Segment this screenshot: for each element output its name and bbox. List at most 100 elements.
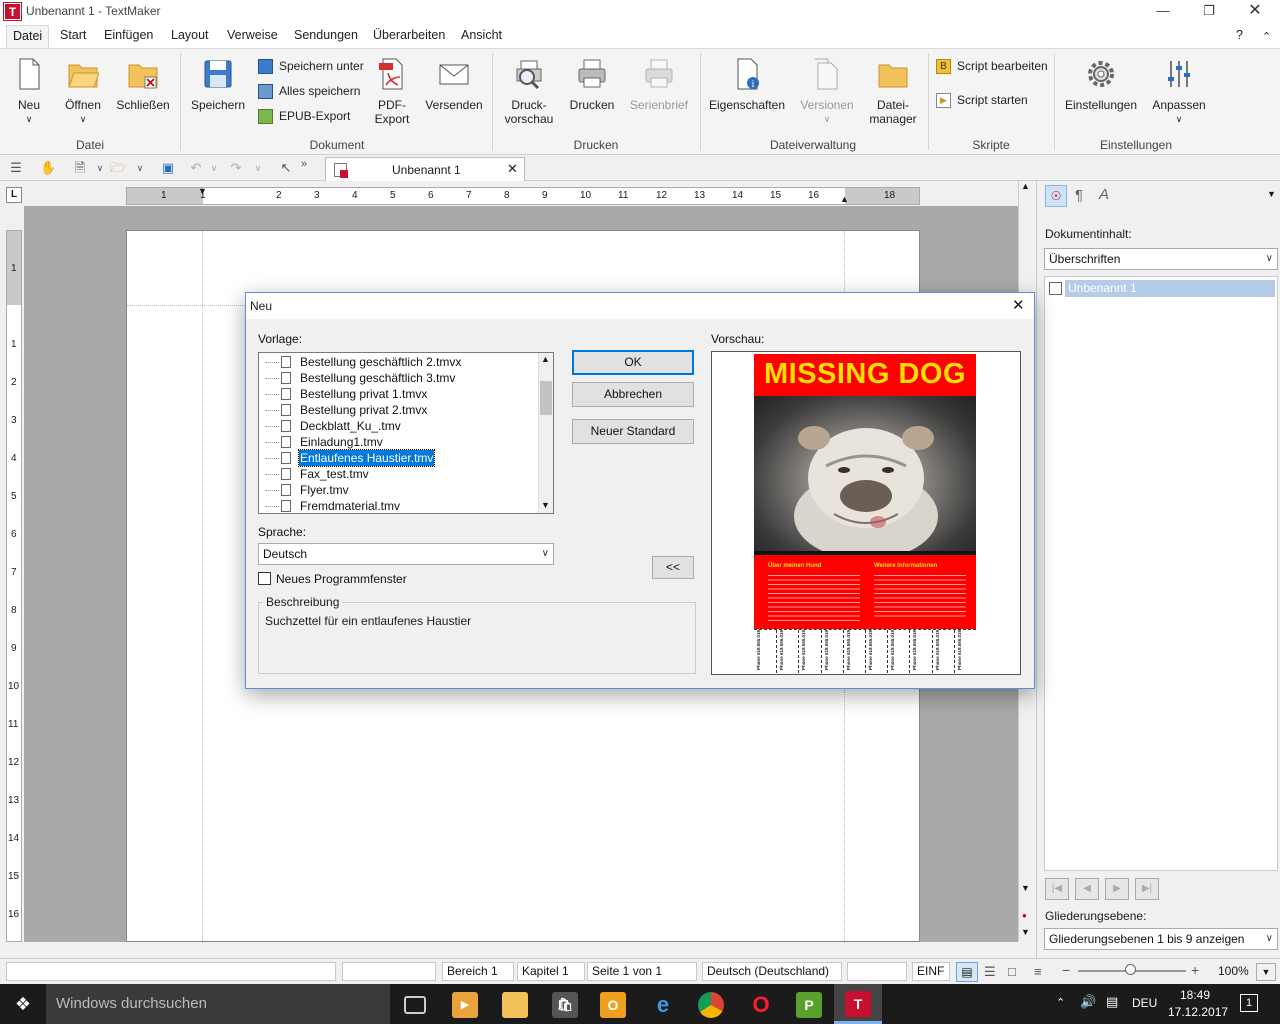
notification-icon[interactable]: 1 [1240, 994, 1258, 1012]
more-icon[interactable]: » [296, 156, 312, 172]
menu-ueberarbeiten[interactable]: Überarbeiten [373, 28, 445, 42]
template-list-scrollbar[interactable]: ▲ ▼ [538, 353, 553, 513]
volume-icon[interactable]: 🔊 [1080, 994, 1096, 1010]
tree-item-document[interactable]: Unbenannt 1 [1065, 280, 1275, 297]
zoom-slider-thumb[interactable] [1125, 964, 1136, 975]
menu-sendungen[interactable]: Sendungen [294, 28, 358, 42]
navigator-icon[interactable]: ☉ [1045, 185, 1067, 207]
template-list[interactable]: Bestellung geschäftlich 2.tmvx Bestellung… [258, 352, 554, 514]
mail-merge-button[interactable]: Serienbrief [626, 57, 692, 112]
hamburger-menu-icon[interactable]: ☰ [8, 160, 24, 176]
collapse-preview-button[interactable]: << [652, 556, 694, 579]
master-page-icon[interactable]: ≡ [1034, 964, 1042, 979]
page-view-icon[interactable]: □ [1008, 964, 1016, 979]
new-window-label[interactable]: Neues Programmfenster [276, 572, 407, 586]
paragraph-icon[interactable]: ¶ [1075, 187, 1083, 204]
new-default-button[interactable]: Neuer Standard [572, 419, 694, 444]
next-heading-icon[interactable]: ▶ [1105, 878, 1129, 900]
template-item[interactable]: Bestellung geschäftlich 3.tmv [259, 370, 537, 386]
windows-start-icon[interactable]: ❖ [0, 984, 46, 1024]
template-item[interactable]: Bestellung geschäftlich 2.tmvx [259, 354, 537, 370]
status-language[interactable]: Deutsch (Deutschland) [702, 962, 842, 981]
menu-verweise[interactable]: Verweise [227, 28, 278, 42]
chevron-down-icon[interactable]: ∨ [132, 160, 148, 176]
chrome-icon[interactable] [698, 992, 724, 1018]
versions-button[interactable]: Versionen ∨ [796, 57, 858, 126]
zoom-in-icon[interactable]: + [1191, 962, 1199, 978]
print-button[interactable]: Drucken [566, 57, 618, 112]
task-view-icon[interactable] [404, 996, 426, 1014]
document-outline-tree[interactable]: Unbenannt 1 [1044, 276, 1278, 871]
minimize-button[interactable]: — [1140, 0, 1186, 24]
status-insert-mode[interactable]: EINF [912, 962, 950, 981]
menu-datei[interactable]: Datei [6, 25, 50, 48]
template-item[interactable]: Bestellung privat 1.tmvx [259, 386, 537, 402]
new-window-checkbox[interactable] [258, 572, 271, 585]
save-all-button[interactable]: Alles speichern [258, 82, 360, 100]
undo-icon[interactable]: ↶ [188, 160, 204, 176]
status-chapter[interactable]: Kapitel 1 [517, 962, 585, 981]
status-section[interactable]: Bereich 1 [442, 962, 514, 981]
zoom-menu-icon[interactable]: ▼ [1256, 963, 1276, 981]
media-player-icon[interactable]: ▶ [452, 992, 478, 1018]
new-button[interactable]: Neu ∨ [8, 57, 50, 126]
open-button[interactable]: Öffnen ∨ [60, 57, 106, 126]
scroll-down-icon[interactable]: ▼ [1021, 883, 1030, 893]
template-item[interactable]: Deckblatt_Ku_.tmv [259, 418, 537, 434]
help-button[interactable]: ? [1236, 28, 1243, 42]
file-explorer-icon[interactable] [502, 992, 528, 1018]
store-icon[interactable]: 🛍 [552, 992, 578, 1018]
ok-button[interactable]: OK [572, 350, 694, 375]
vertical-ruler[interactable]: 1 1 2 3 4 5 6 7 8 9 10 11 12 13 14 15 16 [6, 230, 22, 942]
scroll-up-icon[interactable]: ▲ [1021, 181, 1030, 191]
properties-button[interactable]: i Eigenschaften [708, 57, 786, 112]
zoom-level[interactable]: 100% [1218, 964, 1249, 978]
panel-menu-icon[interactable]: ▼ [1267, 189, 1276, 199]
chevron-down-icon[interactable]: ∨ [92, 160, 108, 176]
open-small-icon[interactable]: 🗁 [110, 160, 126, 176]
template-item[interactable]: Flyer.tmv [259, 482, 537, 498]
menu-start[interactable]: Start [60, 28, 86, 42]
clock-time[interactable]: 18:49 [1180, 988, 1210, 1002]
document-content-combo[interactable]: Überschriften ∨ [1044, 248, 1278, 270]
hand-tool-icon[interactable]: ✋ [40, 160, 56, 176]
outlook-icon[interactable]: O [600, 992, 626, 1018]
template-item[interactable]: Bestellung privat 2.tmvx [259, 402, 537, 418]
chevron-down-icon[interactable]: ∨ [250, 160, 266, 176]
menu-einfuegen[interactable]: Einfügen [104, 28, 153, 42]
chevron-down-icon[interactable]: ∨ [206, 160, 222, 176]
pointer-icon[interactable]: ↖ [278, 160, 294, 176]
status-page[interactable]: Seite 1 von 1 [587, 962, 697, 981]
save-small-icon[interactable]: ▣ [160, 160, 176, 176]
tab-stop-selector[interactable]: L [6, 187, 22, 203]
close-window-button[interactable]: ✕ [1232, 0, 1278, 24]
opera-icon[interactable]: O [748, 992, 774, 1018]
redo-icon[interactable]: ↷ [228, 160, 244, 176]
zoom-slider[interactable] [1078, 964, 1186, 975]
customize-button[interactable]: Anpassen ∨ [1150, 57, 1208, 126]
restore-button[interactable]: ❐ [1186, 0, 1232, 24]
clock-date[interactable]: 17.12.2017 [1168, 1005, 1228, 1019]
template-item[interactable]: Fax_test.tmv [259, 466, 537, 482]
document-tab[interactable]: Unbenannt 1 ✕ [325, 157, 525, 181]
close-tab-icon[interactable]: ✕ [507, 161, 518, 177]
edit-script-button[interactable]: B Script bearbeiten [936, 57, 1048, 75]
taskbar-search[interactable]: Windows durchsuchen [46, 984, 390, 1024]
tree-item-checkbox[interactable] [1049, 282, 1062, 295]
show-hidden-icons[interactable]: ⌃ [1056, 996, 1065, 1009]
settings-button[interactable]: Einstellungen [1062, 57, 1140, 112]
file-manager-button[interactable]: Datei- manager [866, 57, 920, 126]
network-icon[interactable]: ▤ [1106, 994, 1118, 1010]
outline-view-icon[interactable]: ☰ [984, 964, 996, 980]
first-heading-icon[interactable]: |◀ [1045, 878, 1069, 900]
normal-view-icon[interactable]: ▤ [956, 962, 978, 982]
last-heading-icon[interactable]: ▶| [1135, 878, 1159, 900]
collapse-ribbon-icon[interactable]: ⌃ [1262, 30, 1271, 43]
scrollbar-thumb[interactable] [540, 381, 552, 415]
browse-object-icon[interactable]: ● [1022, 911, 1027, 920]
template-item[interactable]: Fremdmaterial.tmv [259, 498, 537, 514]
character-style-icon[interactable]: A [1099, 186, 1109, 203]
scroll-up-icon[interactable]: ▲ [541, 354, 550, 364]
previous-heading-icon[interactable]: ◀ [1075, 878, 1099, 900]
run-script-button[interactable]: ▶ Script starten [936, 91, 1028, 109]
